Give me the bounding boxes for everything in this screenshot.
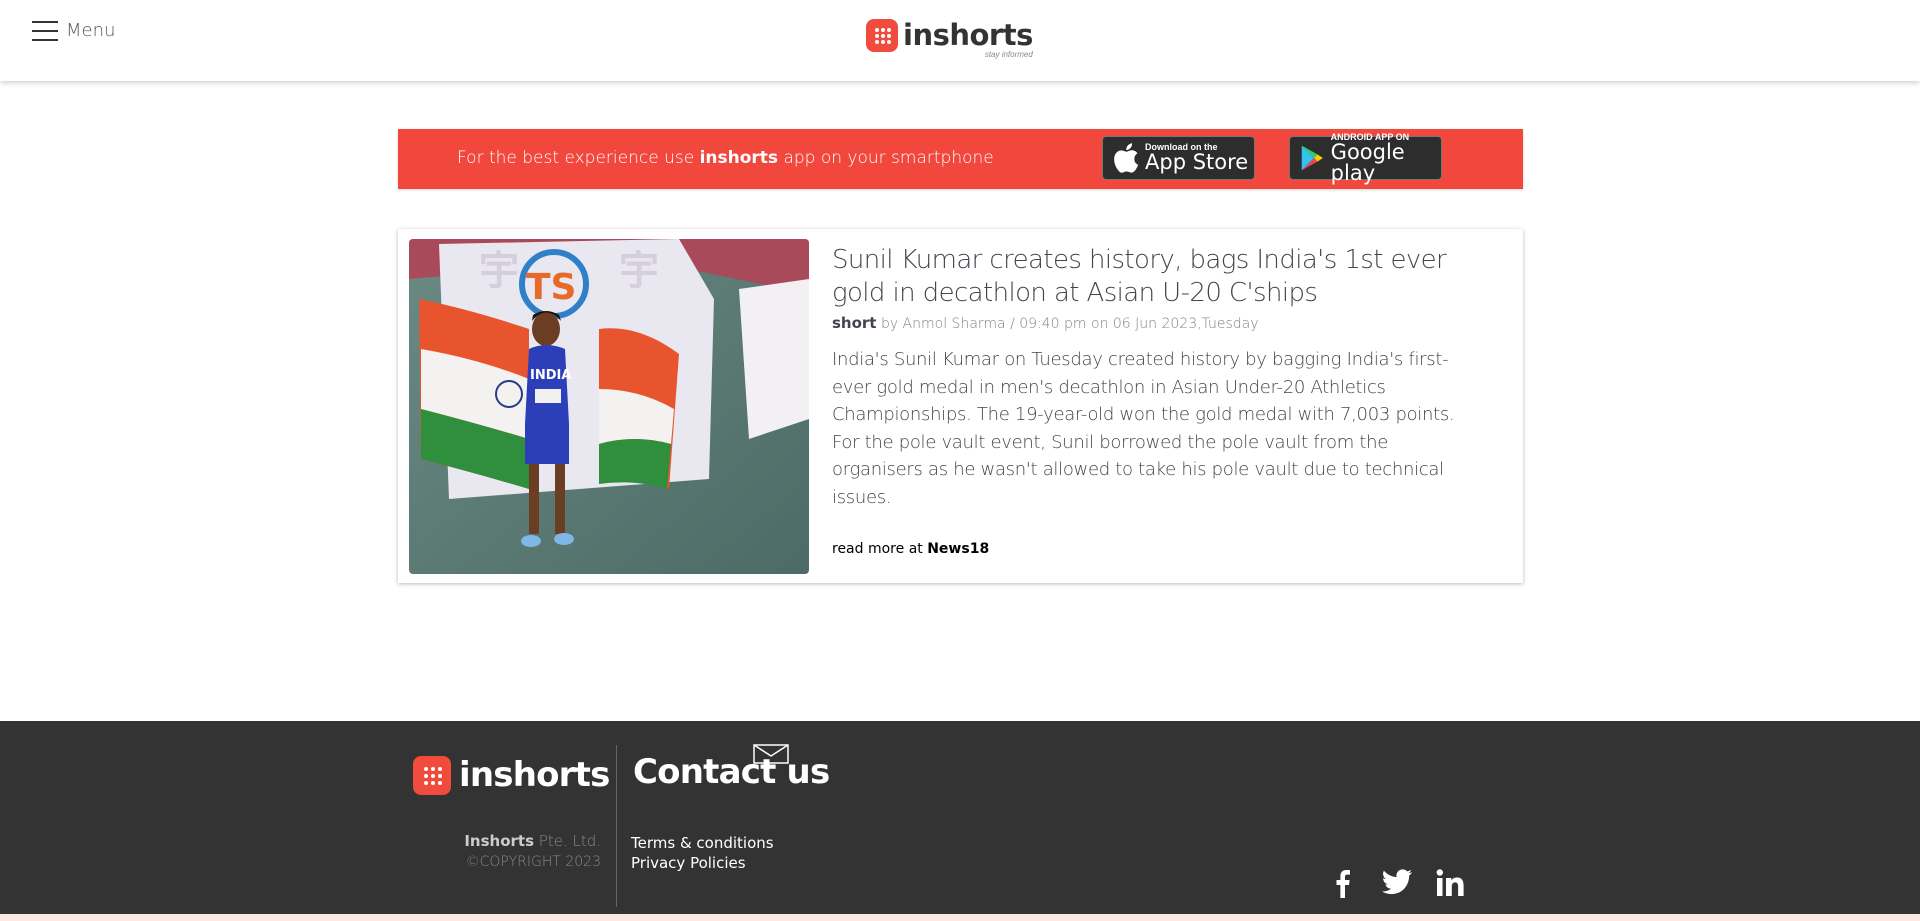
twitter-icon[interactable]	[1381, 868, 1413, 896]
hamburger-icon	[32, 20, 58, 41]
site-footer	[0, 721, 1920, 921]
svg-text:INDIA: INDIA	[530, 368, 571, 383]
news-content: Sunil Kumar creates history, bags India'…	[832, 244, 1472, 511]
menu-button[interactable]: Menu	[32, 20, 115, 41]
inshorts-logo[interactable]: inshorts stay informed	[866, 18, 1033, 59]
google-play-big-text: Google play	[1330, 139, 1405, 185]
short-tag: short	[832, 314, 877, 332]
news-card: 宇 宇 TS INDIA Sunil Kumar creates history…	[398, 229, 1523, 583]
footer-logo[interactable]: inshorts	[413, 755, 610, 795]
news-image[interactable]: 宇 宇 TS INDIA	[409, 239, 809, 574]
google-play-button[interactable]: ANDROID APP ON Google play	[1289, 132, 1442, 183]
app-store-button[interactable]: Download on the App Store	[1102, 136, 1255, 180]
source-link[interactable]: News18	[927, 541, 989, 557]
app-download-banner: For the best experience use inshorts app…	[398, 129, 1523, 189]
apple-icon	[1114, 143, 1139, 173]
company-name: Inshorts Pte. Ltd.	[464, 832, 601, 850]
envelope-icon	[753, 744, 789, 764]
author-date: by Anmol Sharma / 09:40 pm on 06 Jun 202…	[880, 316, 1259, 332]
logo-tagline: stay informed	[984, 50, 1033, 59]
logo-text: inshorts	[903, 18, 1033, 52]
contact-us-link[interactable]: Contact us	[633, 752, 830, 792]
footer-divider	[616, 745, 617, 907]
news-byline: short by Anmol Sharma / 09:40 pm on 06 J…	[832, 314, 1472, 332]
terms-link[interactable]: Terms & conditions	[631, 834, 774, 852]
linkedin-icon[interactable]	[1435, 868, 1467, 898]
footer-logo-mark-icon	[413, 755, 451, 795]
news-body: India's Sunil Kumar on Tuesday created h…	[832, 349, 1455, 508]
svg-text:TS: TS	[526, 267, 576, 308]
footer-logo-text: inshorts	[459, 755, 610, 795]
site-header: Menu inshorts stay informed	[0, 0, 1920, 81]
svg-text:宇: 宇	[479, 248, 519, 294]
menu-label: Menu	[66, 20, 116, 41]
read-more: read more at News18	[832, 541, 990, 557]
footer-bottom-strip	[0, 914, 1920, 921]
logo-mark-icon	[866, 19, 898, 52]
privacy-link[interactable]: Privacy Policies	[631, 854, 746, 872]
facebook-icon[interactable]	[1333, 868, 1351, 898]
google-play-icon	[1301, 145, 1323, 171]
svg-text:宇: 宇	[619, 248, 659, 294]
copyright: ©COPYRIGHT 2023	[465, 854, 601, 870]
athlete-photo: 宇 宇 TS INDIA	[409, 239, 809, 574]
news-headline[interactable]: Sunil Kumar creates history, bags India'…	[832, 244, 1472, 310]
banner-text: For the best experience use inshorts app…	[457, 148, 994, 168]
app-store-big-text: App Store	[1145, 150, 1249, 174]
